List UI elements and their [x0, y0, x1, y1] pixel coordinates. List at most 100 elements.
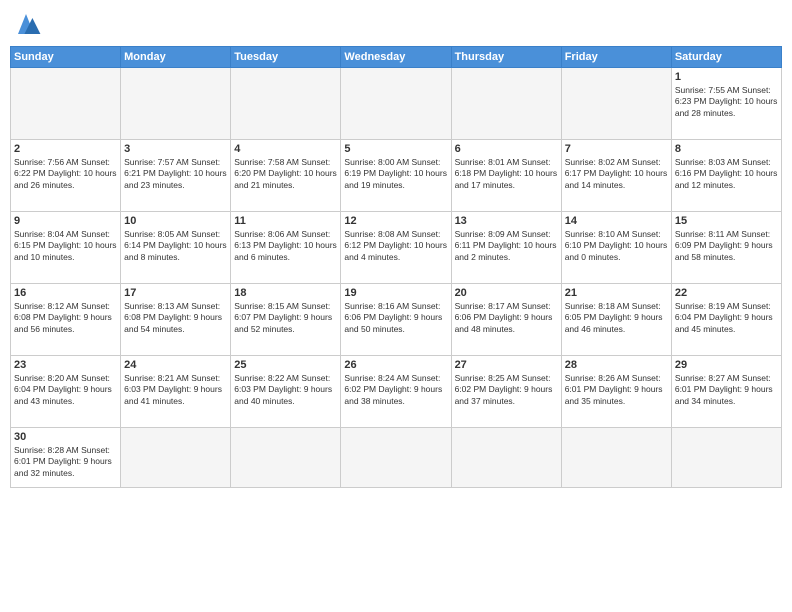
- calendar-cell: [231, 428, 341, 488]
- day-number: 12: [344, 215, 447, 227]
- calendar-cell: 16 Sunrise: 8:12 AM Sunset: 6:08 PM Dayli…: [11, 284, 121, 356]
- day-number: 16: [14, 287, 117, 299]
- day-number: 29: [675, 359, 778, 371]
- calendar-week-row: 23 Sunrise: 8:20 AM Sunset: 6:04 PM Dayli…: [11, 356, 782, 428]
- calendar-week-row: 16 Sunrise: 8:12 AM Sunset: 6:08 PM Dayli…: [11, 284, 782, 356]
- day-info: Sunrise: 8:24 AM Sunset: 6:02 PM Dayligh…: [344, 373, 447, 407]
- calendar-cell: 12Sunrise: 8:08 AM Sunset: 6:12 PM Dayli…: [341, 212, 451, 284]
- day-info: Sunrise: 7:55 AM Sunset: 6:23 PM Dayligh…: [675, 85, 778, 119]
- day-number: 8: [675, 143, 778, 155]
- day-number: 28: [565, 359, 668, 371]
- calendar-cell: 6 Sunrise: 8:01 AM Sunset: 6:18 PM Daylig…: [451, 140, 561, 212]
- day-info: Sunrise: 8:27 AM Sunset: 6:01 PM Dayligh…: [675, 373, 778, 407]
- day-info: Sunrise: 8:17 AM Sunset: 6:06 PM Dayligh…: [455, 301, 558, 335]
- weekday-header-row: SundayMondayTuesdayWednesdayThursdayFrid…: [11, 47, 782, 68]
- day-number: 14: [565, 215, 668, 227]
- calendar-cell: 26 Sunrise: 8:24 AM Sunset: 6:02 PM Dayli…: [341, 356, 451, 428]
- day-info: Sunrise: 8:19 AM Sunset: 6:04 PM Dayligh…: [675, 301, 778, 335]
- day-info: Sunrise: 8:28 AM Sunset: 6:01 PM Dayligh…: [14, 445, 117, 479]
- calendar-cell: [341, 428, 451, 488]
- day-info: Sunrise: 8:06 AM Sunset: 6:13 PM Dayligh…: [234, 229, 337, 263]
- day-info: Sunrise: 8:12 AM Sunset: 6:08 PM Dayligh…: [14, 301, 117, 335]
- day-info: Sunrise: 8:09 AM Sunset: 6:11 PM Dayligh…: [455, 229, 558, 263]
- day-number: 5: [344, 143, 447, 155]
- day-number: 26: [344, 359, 447, 371]
- calendar-cell: 14 Sunrise: 8:10 AM Sunset: 6:10 PM Dayli…: [561, 212, 671, 284]
- day-info: Sunrise: 8:05 AM Sunset: 6:14 PM Dayligh…: [124, 229, 227, 263]
- day-info: Sunrise: 7:57 AM Sunset: 6:21 PM Dayligh…: [124, 157, 227, 191]
- calendar-week-row: 1 Sunrise: 7:55 AM Sunset: 6:23 PM Daylig…: [11, 68, 782, 140]
- day-number: 15: [675, 215, 778, 227]
- day-number: 2: [14, 143, 117, 155]
- day-info: Sunrise: 8:26 AM Sunset: 6:01 PM Dayligh…: [565, 373, 668, 407]
- logo-icon: [10, 10, 42, 38]
- day-number: 3: [124, 143, 227, 155]
- day-info: Sunrise: 8:15 AM Sunset: 6:07 PM Dayligh…: [234, 301, 337, 335]
- day-info: Sunrise: 8:20 AM Sunset: 6:04 PM Dayligh…: [14, 373, 117, 407]
- calendar-week-row: 30 Sunrise: 8:28 AM Sunset: 6:01 PM Dayli…: [11, 428, 782, 488]
- calendar-cell: 22 Sunrise: 8:19 AM Sunset: 6:04 PM Dayli…: [671, 284, 781, 356]
- weekday-header-thursday: Thursday: [451, 47, 561, 68]
- logo: [10, 10, 46, 38]
- day-number: 27: [455, 359, 558, 371]
- calendar-cell: 29 Sunrise: 8:27 AM Sunset: 6:01 PM Dayli…: [671, 356, 781, 428]
- calendar-cell: 21Sunrise: 8:18 AM Sunset: 6:05 PM Dayli…: [561, 284, 671, 356]
- day-info: Sunrise: 8:13 AM Sunset: 6:08 PM Dayligh…: [124, 301, 227, 335]
- calendar-cell: [451, 428, 561, 488]
- calendar-cell: 19Sunrise: 8:16 AM Sunset: 6:06 PM Dayli…: [341, 284, 451, 356]
- calendar-cell: 4 Sunrise: 7:58 AM Sunset: 6:20 PM Daylig…: [231, 140, 341, 212]
- day-info: Sunrise: 7:56 AM Sunset: 6:22 PM Dayligh…: [14, 157, 117, 191]
- calendar-cell: [341, 68, 451, 140]
- calendar-week-row: 9 Sunrise: 8:04 AM Sunset: 6:15 PM Daylig…: [11, 212, 782, 284]
- day-info: Sunrise: 8:04 AM Sunset: 6:15 PM Dayligh…: [14, 229, 117, 263]
- calendar-cell: [561, 428, 671, 488]
- day-number: 18: [234, 287, 337, 299]
- day-info: Sunrise: 8:25 AM Sunset: 6:02 PM Dayligh…: [455, 373, 558, 407]
- calendar-cell: [231, 68, 341, 140]
- calendar-cell: 18 Sunrise: 8:15 AM Sunset: 6:07 PM Dayli…: [231, 284, 341, 356]
- calendar-cell: 11Sunrise: 8:06 AM Sunset: 6:13 PM Dayli…: [231, 212, 341, 284]
- day-info: Sunrise: 8:02 AM Sunset: 6:17 PM Dayligh…: [565, 157, 668, 191]
- calendar-cell: 15 Sunrise: 8:11 AM Sunset: 6:09 PM Dayli…: [671, 212, 781, 284]
- day-number: 23: [14, 359, 117, 371]
- calendar-cell: 8Sunrise: 8:03 AM Sunset: 6:16 PM Daylig…: [671, 140, 781, 212]
- day-number: 4: [234, 143, 337, 155]
- day-number: 20: [455, 287, 558, 299]
- day-number: 22: [675, 287, 778, 299]
- calendar-cell: 17 Sunrise: 8:13 AM Sunset: 6:08 PM Dayli…: [121, 284, 231, 356]
- day-info: Sunrise: 8:00 AM Sunset: 6:19 PM Dayligh…: [344, 157, 447, 191]
- day-number: 13: [455, 215, 558, 227]
- day-info: Sunrise: 8:21 AM Sunset: 6:03 PM Dayligh…: [124, 373, 227, 407]
- day-number: 24: [124, 359, 227, 371]
- weekday-header-sunday: Sunday: [11, 47, 121, 68]
- calendar-cell: 5 Sunrise: 8:00 AM Sunset: 6:19 PM Daylig…: [341, 140, 451, 212]
- calendar-cell: 23 Sunrise: 8:20 AM Sunset: 6:04 PM Dayli…: [11, 356, 121, 428]
- day-info: Sunrise: 8:11 AM Sunset: 6:09 PM Dayligh…: [675, 229, 778, 263]
- day-number: 1: [675, 71, 778, 83]
- calendar-cell: [671, 428, 781, 488]
- calendar-cell: 1 Sunrise: 7:55 AM Sunset: 6:23 PM Daylig…: [671, 68, 781, 140]
- weekday-header-friday: Friday: [561, 47, 671, 68]
- day-info: Sunrise: 8:01 AM Sunset: 6:18 PM Dayligh…: [455, 157, 558, 191]
- day-number: 6: [455, 143, 558, 155]
- calendar-cell: 20 Sunrise: 8:17 AM Sunset: 6:06 PM Dayli…: [451, 284, 561, 356]
- weekday-header-saturday: Saturday: [671, 47, 781, 68]
- weekday-header-monday: Monday: [121, 47, 231, 68]
- calendar-cell: 3 Sunrise: 7:57 AM Sunset: 6:21 PM Daylig…: [121, 140, 231, 212]
- header: [10, 10, 782, 38]
- calendar-cell: [121, 428, 231, 488]
- weekday-header-tuesday: Tuesday: [231, 47, 341, 68]
- day-info: Sunrise: 7:58 AM Sunset: 6:20 PM Dayligh…: [234, 157, 337, 191]
- calendar-cell: [451, 68, 561, 140]
- calendar-cell: 9 Sunrise: 8:04 AM Sunset: 6:15 PM Daylig…: [11, 212, 121, 284]
- day-number: 7: [565, 143, 668, 155]
- day-number: 17: [124, 287, 227, 299]
- calendar-cell: 2 Sunrise: 7:56 AM Sunset: 6:22 PM Daylig…: [11, 140, 121, 212]
- calendar-cell: 13 Sunrise: 8:09 AM Sunset: 6:11 PM Dayli…: [451, 212, 561, 284]
- day-info: Sunrise: 8:22 AM Sunset: 6:03 PM Dayligh…: [234, 373, 337, 407]
- day-info: Sunrise: 8:10 AM Sunset: 6:10 PM Dayligh…: [565, 229, 668, 263]
- day-number: 9: [14, 215, 117, 227]
- day-number: 30: [14, 431, 117, 443]
- day-number: 25: [234, 359, 337, 371]
- page: SundayMondayTuesdayWednesdayThursdayFrid…: [0, 0, 792, 612]
